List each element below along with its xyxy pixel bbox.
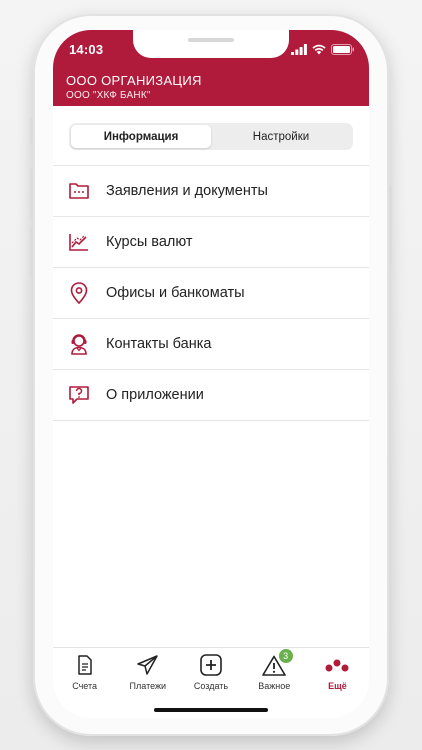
status-time: 14:03 [69,42,104,57]
phone-volume-up-button [30,168,33,218]
menu-item-label: Контакты банка [106,336,212,352]
question-bubble-icon [68,384,90,406]
phone-volume-down-button [30,228,33,278]
home-indicator[interactable] [154,708,268,712]
tab-settings[interactable]: Настройки [211,125,351,148]
organization-name[interactable]: ООО ОРГАНИЗАЦИЯ [66,73,202,88]
documents-folder-icon [68,180,90,202]
more-dots-icon [324,653,350,677]
phone-notch [133,30,289,58]
bank-name: ООО "ХКФ БАНК" [66,90,151,101]
wifi-icon [312,42,326,60]
tab-important[interactable]: 3 Важное [243,648,306,697]
notification-badge: 3 [278,649,293,663]
battery-icon [331,42,355,60]
status-icons [53,42,355,60]
tab-payments[interactable]: Платежи [116,648,179,697]
support-operator-icon [68,333,90,355]
app-screen: 14:03 ООО ОРГАНИЗАЦИЯ ООО "ХКФ БАНК" Инф… [53,30,369,718]
tab-information[interactable]: Информация [71,125,211,148]
location-arrow-icon [53,42,54,60]
bottom-tab-bar: Счета Платежи Создать 3 Важное Ещё [53,647,369,697]
signal-icon [291,42,307,60]
tab-label: Платежи [129,681,167,691]
tab-more[interactable]: Ещё [306,648,369,697]
menu-item-label: Заявления и документы [106,183,268,199]
tab-accounts[interactable]: Счета [53,648,116,697]
menu-item-label: Офисы и банкоматы [106,285,245,301]
document-icon [72,653,98,677]
plus-square-icon [198,653,224,677]
tab-label: Важное [258,681,291,691]
location-pin-icon [68,282,90,304]
menu-item-documents[interactable]: Заявления и документы [53,166,369,217]
phone-side-button [30,118,33,144]
menu-item-label: О приложении [106,387,204,403]
tab-create[interactable]: Создать [179,648,242,697]
speaker-grille [188,38,234,42]
paper-plane-icon [135,653,161,677]
info-menu: Заявления и документы Курсы валют Офисы … [53,165,369,421]
tab-label: Ещё [328,681,347,691]
currency-chart-icon [68,231,90,253]
menu-item-currency-rates[interactable]: Курсы валют [53,217,369,268]
menu-item-about-app[interactable]: О приложении [53,370,369,421]
tab-label: Счета [72,681,98,691]
tab-label: Создать [193,681,229,691]
segmented-control: Информация Настройки [69,123,353,150]
menu-item-label: Курсы валют [106,234,193,250]
menu-item-offices-atms[interactable]: Офисы и банкоматы [53,268,369,319]
phone-power-button [389,185,392,265]
app-header: 14:03 ООО ОРГАНИЗАЦИЯ ООО "ХКФ БАНК" [53,30,369,106]
menu-item-bank-contacts[interactable]: Контакты банка [53,319,369,370]
